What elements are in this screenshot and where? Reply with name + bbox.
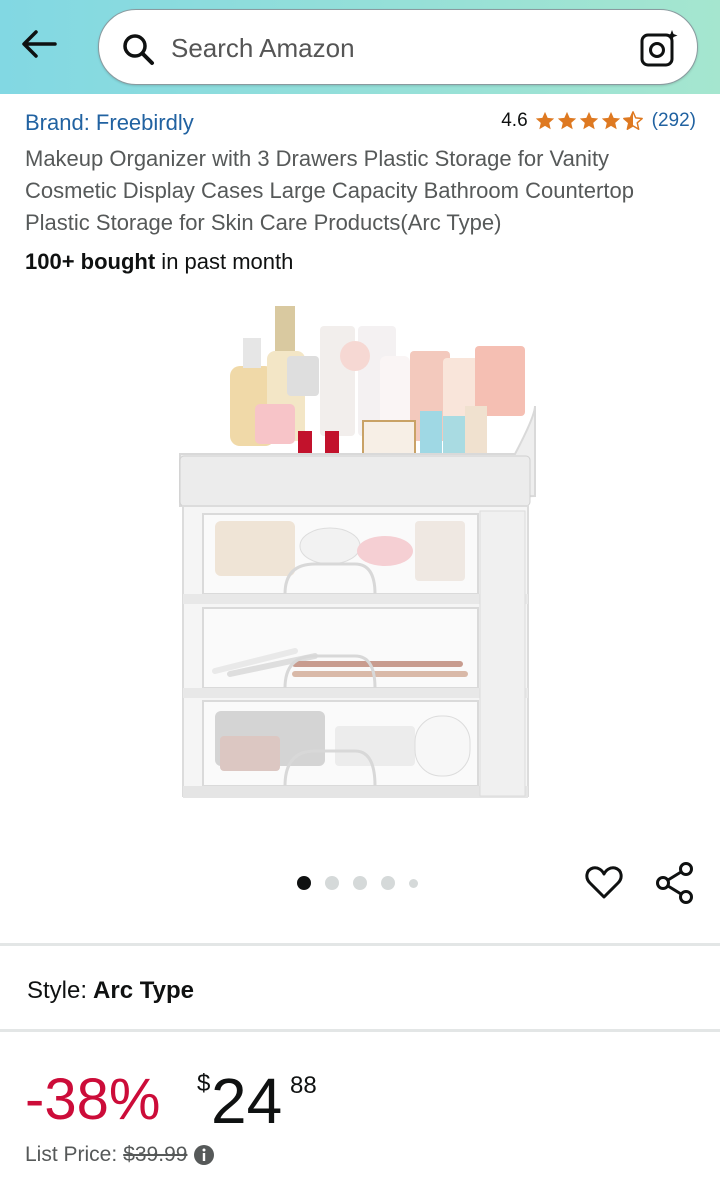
carousel-dot-3[interactable] — [353, 876, 367, 890]
brand-link[interactable]: Brand: Freebirdly — [25, 110, 194, 136]
search-bar[interactable] — [98, 9, 698, 85]
price-fraction: 88 — [290, 1072, 317, 1099]
carousel-dot-2[interactable] — [325, 876, 339, 890]
top-header — [0, 0, 720, 94]
star-full-icon — [579, 111, 598, 130]
style-label: Style: — [27, 977, 88, 1004]
search-icon — [123, 34, 154, 65]
section-divider — [0, 943, 720, 946]
star-rating — [534, 110, 644, 132]
info-icon[interactable] — [193, 1144, 215, 1166]
carousel-dot-1[interactable] — [297, 876, 311, 890]
cosmetic-bottles — [230, 306, 525, 471]
star-full-icon — [601, 111, 620, 130]
review-count-link[interactable]: (292) — [652, 110, 696, 132]
style-value: Arc Type — [93, 977, 194, 1004]
star-full-icon — [557, 111, 576, 130]
carousel-dot-5[interactable] — [409, 878, 418, 888]
price-currency: $ — [197, 1070, 211, 1097]
camera-lens-icon[interactable] — [639, 28, 679, 68]
bought-count: 100+ bought in past month — [25, 249, 293, 275]
style-selector[interactable]: Style: Arc Type — [27, 977, 194, 1005]
rating-value: 4.6 — [501, 110, 528, 131]
list-price-value: $39.99 — [123, 1143, 188, 1166]
search-input[interactable] — [171, 24, 611, 72]
list-price-label: List Price: — [25, 1143, 118, 1166]
section-divider — [0, 1029, 720, 1032]
star-full-icon — [535, 111, 554, 130]
share-icon[interactable] — [654, 861, 696, 905]
star-half-icon — [622, 111, 643, 130]
arrow-left-icon — [22, 30, 57, 58]
bought-count-rest: in past month — [155, 249, 294, 274]
discount-percent: -38% — [25, 1067, 161, 1132]
carousel-dot-4[interactable] — [381, 876, 395, 890]
heart-icon[interactable] — [584, 863, 624, 903]
product-title: Makeup Organizer with 3 Drawers Plastic … — [25, 146, 634, 235]
list-price: List Price: $39.99 — [25, 1143, 215, 1167]
rating-summary[interactable]: 4.6 (292) — [501, 110, 696, 132]
bought-count-bold: 100+ bought — [25, 249, 156, 274]
image-carousel-dots[interactable] — [297, 876, 418, 890]
back-button[interactable] — [14, 22, 64, 66]
product-image[interactable] — [175, 296, 545, 806]
price-whole: 24 — [211, 1065, 283, 1137]
